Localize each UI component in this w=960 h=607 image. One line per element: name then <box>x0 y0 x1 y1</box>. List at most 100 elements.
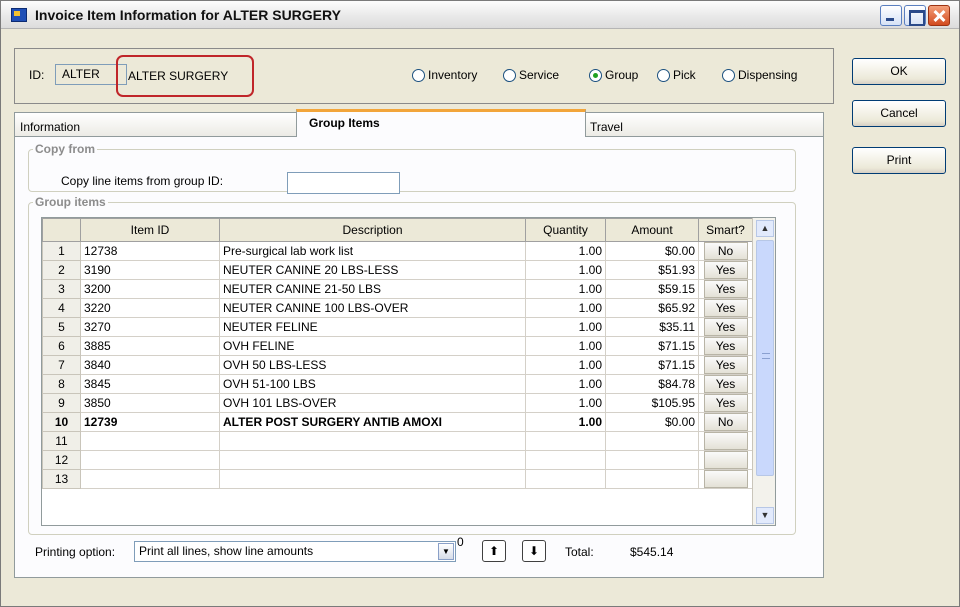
amount-cell[interactable]: $84.78 <box>605 374 699 394</box>
amount-cell[interactable] <box>605 450 699 470</box>
column-header-quantity[interactable]: Quantity <box>525 218 606 242</box>
amount-cell[interactable]: $65.92 <box>605 298 699 318</box>
cancel-button[interactable]: Cancel <box>852 100 946 127</box>
quantity-cell[interactable] <box>525 450 606 470</box>
amount-cell[interactable]: $59.15 <box>605 279 699 299</box>
smart-toggle-button[interactable]: Yes <box>703 318 748 336</box>
quantity-cell[interactable]: 1.00 <box>525 298 606 318</box>
table-row[interactable]: 11 <box>42 431 753 451</box>
amount-cell[interactable]: $105.95 <box>605 393 699 413</box>
description-cell[interactable]: OVH 50 LBS-LESS <box>219 355 526 375</box>
scroll-up-icon[interactable]: ▲ <box>756 220 774 237</box>
print-button[interactable]: Print <box>852 147 946 174</box>
item-id-cell[interactable]: 12738 <box>80 241 220 261</box>
table-row[interactable]: 1 12738 Pre-surgical lab work list 1.00 $0.0… <box>42 241 753 261</box>
quantity-cell[interactable]: 1.00 <box>525 336 606 356</box>
item-id-cell[interactable]: 3220 <box>80 298 220 318</box>
item-id-cell[interactable] <box>80 450 220 470</box>
smart-toggle-button[interactable]: Yes <box>703 337 748 355</box>
item-id-cell[interactable]: 3200 <box>80 279 220 299</box>
move-up-button[interactable]: ⬆ <box>482 540 506 562</box>
table-row[interactable]: 3 3200 NEUTER CANINE 21-50 LBS 1.00 $59.15 Ye… <box>42 279 753 299</box>
amount-cell[interactable]: $0.00 <box>605 241 699 261</box>
item-id-cell[interactable]: 3270 <box>80 317 220 337</box>
table-row[interactable]: 4 3220 NEUTER CANINE 100 LBS-OVER 1.00 $65.9… <box>42 298 753 318</box>
smart-toggle-button[interactable]: No <box>703 413 748 431</box>
item-id-cell[interactable]: 12739 <box>80 412 220 432</box>
column-header-smart[interactable]: Smart? <box>698 218 753 242</box>
table-row[interactable]: 5 3270 NEUTER FELINE 1.00 $35.11 Yes <box>42 317 753 337</box>
table-row[interactable]: 8 3845 OVH 51-100 LBS 1.00 $84.78 Yes <box>42 374 753 394</box>
description-cell[interactable]: NEUTER CANINE 20 LBS-LESS <box>219 260 526 280</box>
smart-toggle-button[interactable]: Yes <box>703 261 748 279</box>
table-row[interactable]: 9 3850 OVH 101 LBS-OVER 1.00 $105.95 Yes <box>42 393 753 413</box>
table-row[interactable]: 12 <box>42 450 753 470</box>
description-cell[interactable]: NEUTER CANINE 21-50 LBS <box>219 279 526 299</box>
table-row[interactable]: 6 3885 OVH FELINE 1.00 $71.15 Yes <box>42 336 753 356</box>
radio-inventory[interactable]: Inventory <box>412 68 477 82</box>
amount-cell[interactable]: $51.93 <box>605 260 699 280</box>
description-cell[interactable] <box>219 469 526 489</box>
column-header-description[interactable]: Description <box>219 218 526 242</box>
column-header-amount[interactable]: Amount <box>605 218 699 242</box>
tab-travel[interactable]: Travel <box>584 112 824 136</box>
item-id-cell[interactable]: 3840 <box>80 355 220 375</box>
radio-service[interactable]: Service <box>503 68 559 82</box>
item-id-cell[interactable]: 3190 <box>80 260 220 280</box>
title-bar[interactable]: Invoice Item Information for ALTER SURGE… <box>1 1 959 29</box>
scroll-down-icon[interactable]: ▼ <box>756 507 774 524</box>
amount-cell[interactable]: $71.15 <box>605 336 699 356</box>
description-cell[interactable]: OVH 101 LBS-OVER <box>219 393 526 413</box>
item-id-cell[interactable] <box>80 469 220 489</box>
scroll-thumb[interactable] <box>756 240 774 476</box>
quantity-cell[interactable]: 1.00 <box>525 412 606 432</box>
table-row[interactable]: 7 3840 OVH 50 LBS-LESS 1.00 $71.15 Yes <box>42 355 753 375</box>
ok-button[interactable]: OK <box>852 58 946 85</box>
tab-information[interactable]: Information <box>14 112 298 136</box>
item-id-cell[interactable]: 3850 <box>80 393 220 413</box>
smart-toggle-button[interactable]: No <box>703 242 748 260</box>
description-cell[interactable] <box>219 450 526 470</box>
amount-cell[interactable] <box>605 469 699 489</box>
table-row[interactable]: 2 3190 NEUTER CANINE 20 LBS-LESS 1.00 $51.93… <box>42 260 753 280</box>
maximize-icon[interactable] <box>904 5 926 26</box>
quantity-cell[interactable]: 1.00 <box>525 393 606 413</box>
quantity-cell[interactable] <box>525 469 606 489</box>
table-row[interactable]: 13 <box>42 469 753 489</box>
smart-toggle-button[interactable]: Yes <box>703 356 748 374</box>
smart-toggle-button[interactable]: Yes <box>703 280 748 298</box>
radio-dispensing[interactable]: Dispensing <box>722 68 797 82</box>
smart-toggle-button[interactable]: Yes <box>703 394 748 412</box>
quantity-cell[interactable]: 1.00 <box>525 279 606 299</box>
amount-cell[interactable]: $71.15 <box>605 355 699 375</box>
radio-group[interactable]: Group <box>589 68 638 82</box>
close-icon[interactable] <box>928 5 950 26</box>
copy-from-group-id-input[interactable] <box>287 172 400 194</box>
description-cell[interactable]: OVH FELINE <box>219 336 526 356</box>
chevron-down-icon[interactable]: ▼ <box>438 543 454 560</box>
amount-cell[interactable] <box>605 431 699 451</box>
description-cell[interactable] <box>219 431 526 451</box>
quantity-cell[interactable]: 1.00 <box>525 374 606 394</box>
item-id-cell[interactable]: 3885 <box>80 336 220 356</box>
tab-group-items[interactable]: Group Items <box>296 109 586 137</box>
description-cell[interactable]: NEUTER CANINE 100 LBS-OVER <box>219 298 526 318</box>
move-down-button[interactable]: ⬇ <box>522 540 546 562</box>
amount-cell[interactable]: $35.11 <box>605 317 699 337</box>
description-cell[interactable]: Pre-surgical lab work list <box>219 241 526 261</box>
description-cell[interactable]: OVH 51-100 LBS <box>219 374 526 394</box>
grid-scrollbar[interactable]: ▲ ▼ <box>752 218 775 525</box>
column-header-item-id[interactable]: Item ID <box>80 218 220 242</box>
table-row[interactable]: 10 12739 ALTER POST SURGERY ANTIB AMOXI 1.0… <box>42 412 753 432</box>
item-id-cell[interactable]: 3845 <box>80 374 220 394</box>
quantity-cell[interactable]: 1.00 <box>525 355 606 375</box>
quantity-cell[interactable]: 1.00 <box>525 241 606 261</box>
smart-toggle-button[interactable]: Yes <box>703 375 748 393</box>
radio-pick[interactable]: Pick <box>657 68 696 82</box>
smart-toggle-button[interactable] <box>703 470 748 488</box>
smart-toggle-button[interactable]: Yes <box>703 299 748 317</box>
quantity-cell[interactable]: 1.00 <box>525 260 606 280</box>
minimize-icon[interactable] <box>880 5 902 26</box>
quantity-cell[interactable] <box>525 431 606 451</box>
description-cell[interactable]: ALTER POST SURGERY ANTIB AMOXI <box>219 412 526 432</box>
